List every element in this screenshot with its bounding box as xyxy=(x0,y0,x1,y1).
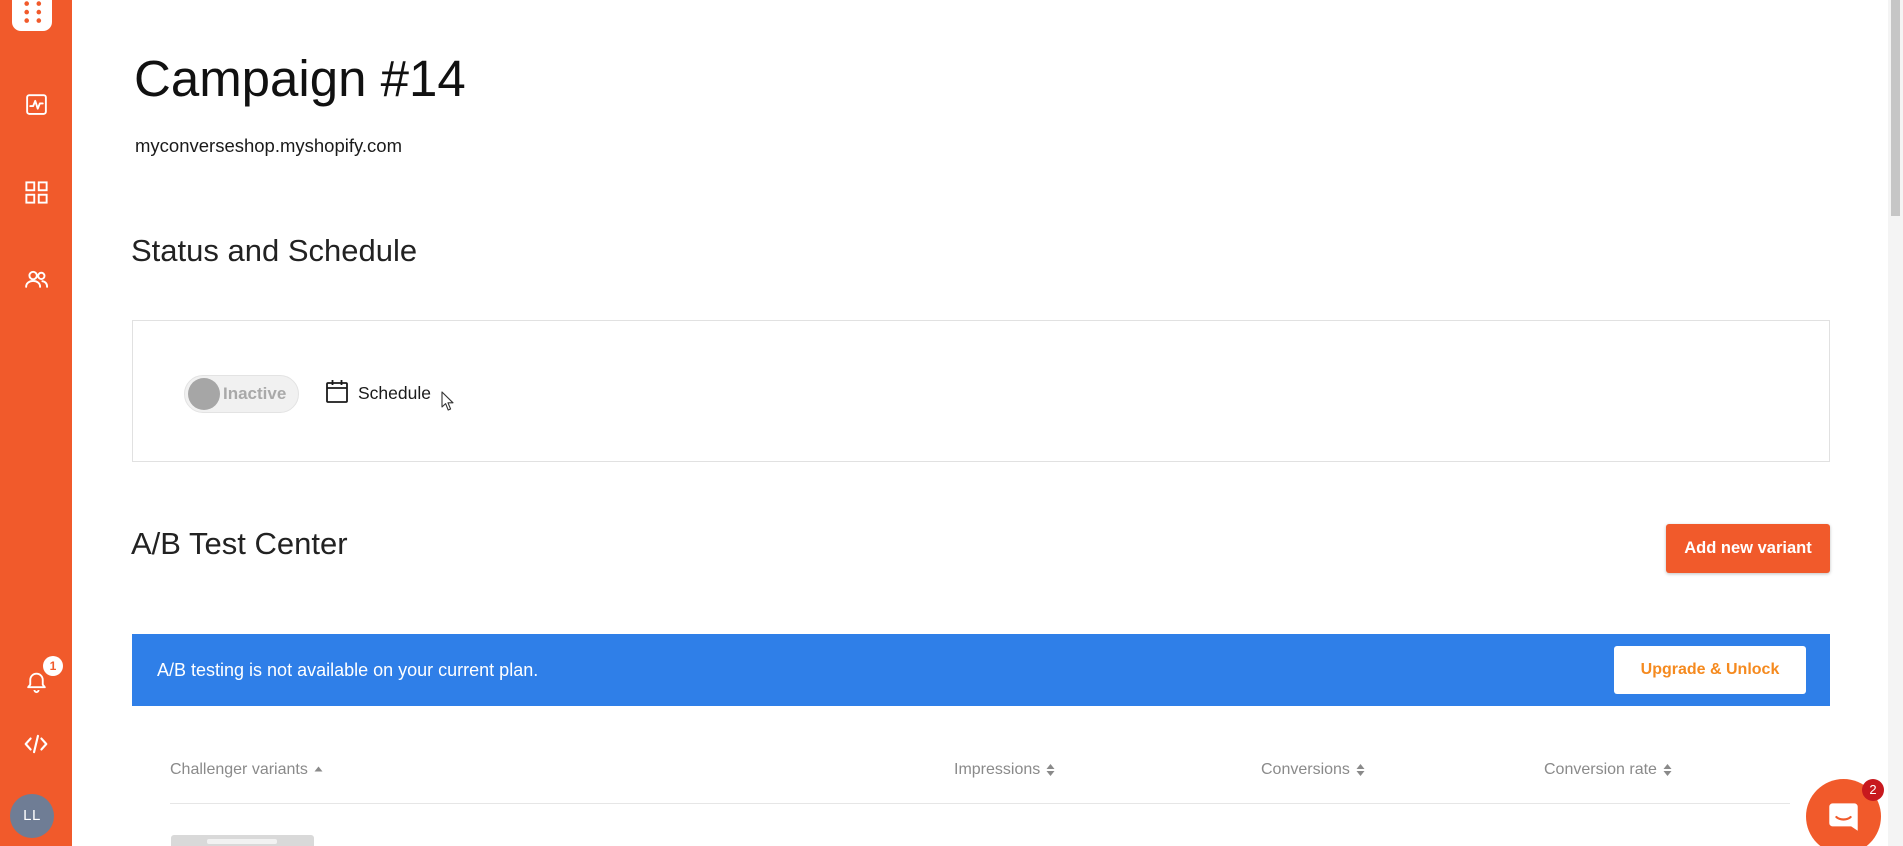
upgrade-unlock-button[interactable]: Upgrade & Unlock xyxy=(1614,646,1806,694)
upgrade-banner-message: A/B testing is not available on your cur… xyxy=(157,660,539,680)
store-domain: myconverseshop.myshopify.com xyxy=(135,135,402,156)
app-logo-button[interactable] xyxy=(12,0,52,31)
sidebar: 1 LL xyxy=(0,0,72,846)
sidebar-item-audience[interactable] xyxy=(0,255,72,303)
column-header-label: Conversion rate xyxy=(1544,761,1657,778)
chat-unread-badge: 2 xyxy=(1862,779,1884,801)
column-header-conversion-rate[interactable]: Conversion rate xyxy=(1544,760,1672,780)
ab-test-center-heading: A/B Test Center xyxy=(131,526,348,561)
schedule-button[interactable]: Schedule xyxy=(325,378,431,409)
upgrade-banner: A/B testing is not available on your cur… xyxy=(132,634,1830,706)
calendar-icon xyxy=(325,378,349,409)
users-icon xyxy=(23,266,50,293)
apps-grid-icon xyxy=(12,0,52,31)
toggle-knob xyxy=(188,378,220,410)
schedule-label: Schedule xyxy=(358,383,431,403)
scrollbar-thumb[interactable] xyxy=(1891,0,1900,216)
sort-icon xyxy=(1356,763,1365,777)
page-scrollbar[interactable] xyxy=(1888,0,1903,846)
notification-count-badge: 1 xyxy=(43,656,63,676)
code-icon xyxy=(23,731,49,757)
column-header-challenger-variants[interactable]: Challenger variants xyxy=(170,760,323,780)
status-schedule-heading: Status and Schedule xyxy=(131,233,418,268)
sort-icon xyxy=(1046,763,1055,777)
sort-ascending-icon xyxy=(314,765,323,775)
add-new-variant-button[interactable]: Add new variant xyxy=(1666,524,1830,573)
dashboard-grid-icon xyxy=(23,179,50,206)
sort-icon xyxy=(1663,763,1672,777)
column-header-label: Impressions xyxy=(954,761,1041,778)
column-header-label: Conversions xyxy=(1261,761,1350,778)
activity-chart-icon xyxy=(24,92,49,117)
variant-thumbnail xyxy=(171,835,314,846)
toggle-status-label: Inactive xyxy=(223,384,287,403)
mouse-cursor-icon xyxy=(441,391,455,412)
chat-icon xyxy=(1826,799,1861,834)
column-header-label: Challenger variants xyxy=(170,761,308,778)
table-header-divider xyxy=(170,803,1790,804)
column-header-conversions[interactable]: Conversions xyxy=(1261,760,1365,780)
user-avatar[interactable]: LL xyxy=(10,794,54,838)
column-header-impressions[interactable]: Impressions xyxy=(954,760,1055,780)
campaign-status-toggle[interactable]: Inactive xyxy=(184,375,299,413)
sidebar-item-analytics[interactable] xyxy=(0,80,72,128)
sidebar-item-campaigns[interactable] xyxy=(0,168,72,216)
sidebar-item-developer[interactable] xyxy=(0,720,72,768)
page-title: Campaign #14 xyxy=(134,50,466,107)
